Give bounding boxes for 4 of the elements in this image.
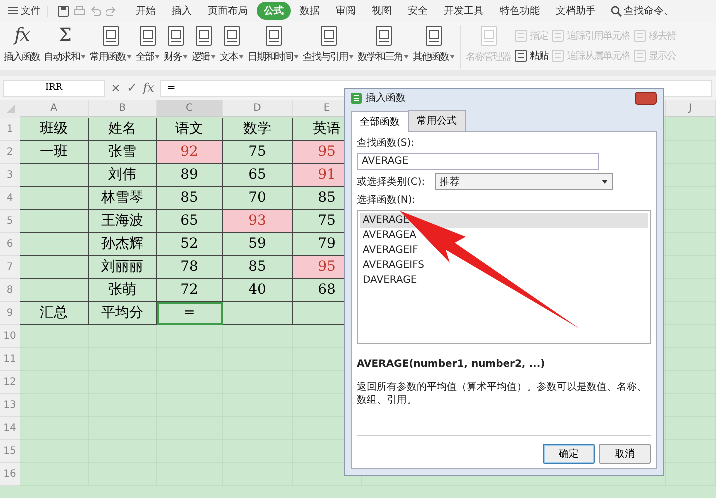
function-description: 返回所有参数的平均值（算术平均值）。参数可以是数值、名称、数组、引用。: [357, 381, 648, 407]
function-signature: AVERAGE(number1, number2, ...): [357, 359, 546, 370]
dialog-title: 插入函数: [366, 92, 406, 105]
dropdown-value: 推荐: [440, 176, 460, 188]
